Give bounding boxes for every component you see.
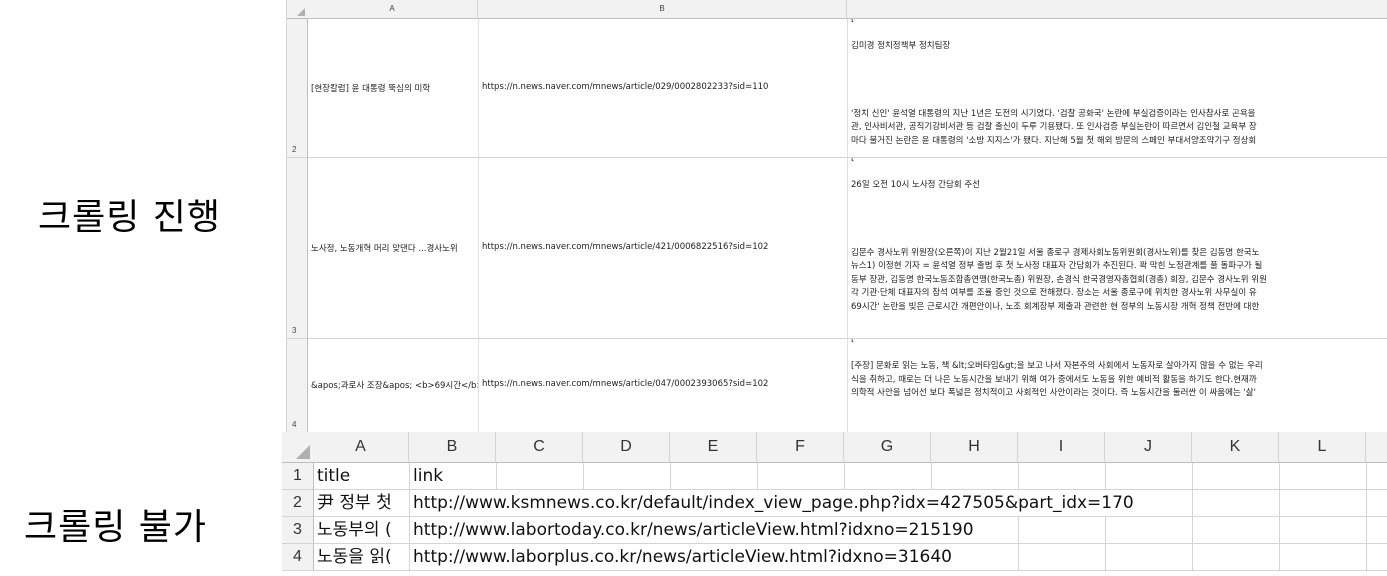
row-header[interactable]: 2	[287, 19, 308, 158]
content-line	[851, 206, 1387, 220]
content-line: [	[851, 19, 855, 24]
content-line: 뉴스1) 이정현 기자 = 윤석열 정부 출범 후 첫 노사정 대표자 간담회가…	[851, 261, 1263, 271]
column-header-k[interactable]: K	[1192, 432, 1279, 463]
content-cell[interactable]: [ [주장] 문화로 읽는 노동, 책 &lt;오버타임&gt;을 보고 나서 자…	[848, 339, 1387, 432]
link-cell[interactable]: link	[410, 463, 497, 490]
content-cell[interactable]: [ 김미경 정치정책부 정치팀장 '정치 신인' 윤석열 대통령의 지난 1년은 도…	[848, 19, 1387, 158]
column-header-l[interactable]: L	[1279, 432, 1366, 463]
content-line	[851, 166, 1387, 180]
content-line: [주장] 문화로 읽는 노동, 책 &lt;오버타임&gt;을 보고 나서 자본…	[851, 361, 1263, 371]
column-header-e[interactable]: E	[670, 432, 757, 463]
top-spreadsheet: A B C 2 [현장칼럼] 윤 대통령 뚝심의 미학 https://n.ne…	[286, 0, 1387, 432]
empty-cell[interactable]	[1106, 463, 1193, 490]
column-header-i[interactable]: I	[1018, 432, 1105, 463]
content-line	[851, 220, 1387, 234]
crawl-in-progress-label: 크롤링 진행	[38, 197, 222, 238]
title-cell[interactable]: [현장칼럼] 윤 대통령 뚝심의 미학	[308, 19, 479, 158]
title-cell[interactable]: 노동을 읽(	[314, 544, 410, 571]
content-line	[851, 347, 1387, 361]
empty-cell[interactable]	[1280, 490, 1367, 517]
link-cell[interactable]: https://n.news.naver.com/mnews/article/0…	[479, 339, 848, 432]
empty-cell[interactable]	[1280, 544, 1367, 571]
content-line: [	[851, 339, 855, 344]
empty-cell[interactable]	[1193, 490, 1280, 517]
empty-cell[interactable]	[584, 463, 671, 490]
link-cell[interactable]: http://www.ksmnews.co.kr/default/index_v…	[410, 490, 1138, 517]
content-line: 관, 인사비서관, 공직기강비서관 등 검찰 출신이 두루 기용됐다. 또 인사…	[851, 122, 1257, 132]
column-header-a[interactable]: A	[313, 432, 409, 463]
link-cell[interactable]: http://www.labortoday.co.kr/news/article…	[410, 517, 978, 544]
link-cell[interactable]: https://n.news.naver.com/mnews/article/4…	[479, 158, 848, 339]
select-all-corner[interactable]	[287, 0, 308, 19]
empty-cell[interactable]	[1106, 544, 1193, 571]
row-header[interactable]: 2	[282, 490, 314, 517]
crawl-unavailable-label: 크롤링 불가	[24, 507, 208, 548]
link-cell[interactable]: https://n.news.naver.com/mnews/article/0…	[479, 19, 848, 158]
column-header-d[interactable]: D	[583, 432, 670, 463]
content-line: [	[851, 158, 855, 163]
content-line	[851, 233, 1387, 247]
content-line	[851, 27, 1387, 41]
empty-cell[interactable]	[1367, 544, 1387, 571]
content-line	[851, 54, 1387, 68]
empty-cell[interactable]	[497, 463, 584, 490]
empty-cell[interactable]	[1193, 517, 1280, 544]
empty-cell[interactable]	[1193, 544, 1280, 571]
title-cell[interactable]: &apos;과로사 조장&apos; <b>69시간</b>	[308, 339, 479, 432]
row-header[interactable]: 3	[287, 158, 308, 339]
empty-cell[interactable]	[758, 463, 845, 490]
content-line: 69시간' 논란을 빚은 근로시간 개편안이나, 노조 회계장부 제출과 관련한…	[851, 301, 1260, 312]
link-cell[interactable]: http://www.laborplus.co.kr/news/articleV…	[410, 544, 956, 571]
empty-cell[interactable]	[1019, 463, 1106, 490]
content-line	[851, 67, 1387, 81]
title-cell[interactable]: 노동부의 (	[314, 517, 410, 544]
select-all-corner[interactable]	[282, 432, 314, 463]
column-header-j[interactable]: J	[1105, 432, 1192, 463]
empty-cell[interactable]	[1367, 490, 1387, 517]
empty-cell[interactable]	[845, 463, 932, 490]
column-header-b[interactable]: B	[478, 0, 847, 19]
content-line: '정치 신인' 윤석열 대통령의 지난 1년은 도전의 시기였다. '검찰 공화…	[851, 108, 1256, 119]
row-header[interactable]: 4	[282, 544, 314, 571]
column-header-c[interactable]: C	[847, 0, 1387, 19]
content-line	[851, 94, 1387, 108]
column-header-m[interactable]	[1366, 432, 1387, 463]
empty-cell[interactable]	[1280, 517, 1367, 544]
column-header-b[interactable]: B	[409, 432, 496, 463]
content-cell[interactable]: [26일 오전 10시 노사정 간담회 주선김문수 경사노위 위원장(오른쪽)이…	[848, 158, 1387, 339]
column-header-a[interactable]: A	[307, 0, 478, 19]
empty-cell[interactable]	[671, 463, 758, 490]
content-line: 마다 불거진 논란은 윤 대통령의 '소방 지지스'가 됐다. 지난해 5월 첫…	[851, 135, 1257, 146]
column-header-g[interactable]: G	[844, 432, 931, 463]
title-cell[interactable]: title	[314, 463, 410, 490]
empty-cell[interactable]	[1106, 517, 1193, 544]
column-header-f[interactable]: F	[757, 432, 844, 463]
content-line: 김미경 정치정책부 정치팀장	[851, 41, 951, 51]
content-line: 동부 장관, 김동명 한국노동조합총연맹(한국노총) 위원장, 손경식 한국경영…	[851, 274, 1267, 285]
column-header-h[interactable]: H	[931, 432, 1018, 463]
content-line	[851, 81, 1387, 95]
empty-cell[interactable]	[1019, 544, 1106, 571]
content-line: 김문수 경사노위 위원장(오른쪽)이 지난 2월21일 서울 종로구 경제사회노…	[851, 247, 1260, 258]
content-line: 각 기관·단체 대표자의 참석 여부를 조율 중인 것으로 전해졌다. 장소는 …	[851, 288, 1257, 298]
content-line	[851, 193, 1387, 207]
content-line: 의학적 사안을 넘어선 보다 폭넓은 정치적이고 사회적인 사안이라는 것이다.…	[851, 388, 1256, 398]
row-header[interactable]: 4	[287, 339, 308, 432]
empty-cell[interactable]	[1367, 463, 1387, 490]
title-cell[interactable]: 尹 정부 첫	[314, 490, 410, 517]
title-cell[interactable]: 노사정, 노동개혁 머리 맞댄다 ...경사노위	[308, 158, 479, 339]
content-line: 26일 오전 10시 노사정 간담회 주선	[851, 180, 980, 190]
empty-cell[interactable]	[1193, 463, 1280, 490]
content-line: 식을 취하고, 때로는 더 나은 노동시간을 보내기 위해 여가 중에서도 노동…	[851, 374, 1257, 385]
column-header-c[interactable]: C	[496, 432, 583, 463]
empty-cell[interactable]	[932, 463, 1019, 490]
empty-cell[interactable]	[1280, 463, 1367, 490]
row-header[interactable]: 3	[282, 517, 314, 544]
empty-cell[interactable]	[1019, 517, 1106, 544]
bottom-spreadsheet: A B C D E F G H I J K L 1 2 3 4 title li…	[282, 432, 1387, 576]
empty-cell[interactable]	[1367, 517, 1387, 544]
row-header[interactable]: 1	[282, 463, 314, 490]
